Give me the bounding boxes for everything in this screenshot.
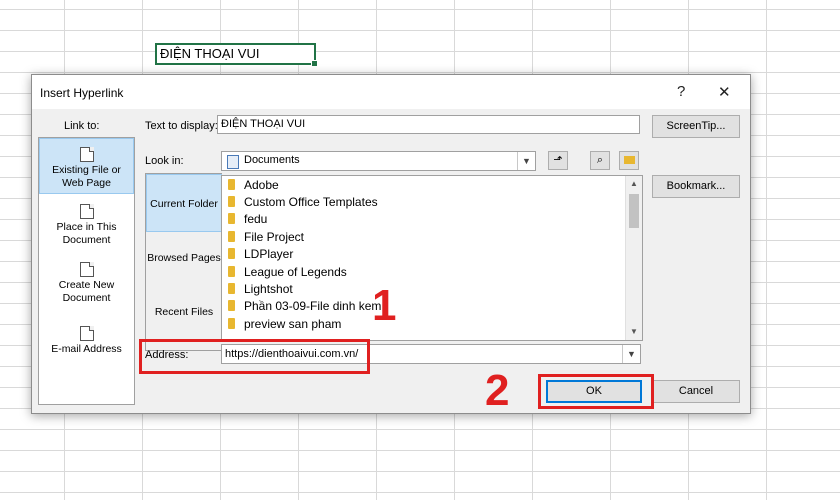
- folder-icon: [228, 283, 235, 294]
- bookmark-button[interactable]: Bookmark...: [652, 175, 740, 198]
- selected-cell[interactable]: ĐIỆN THOẠI VUI: [155, 43, 318, 67]
- file-name: LDPlayer: [244, 247, 294, 261]
- tab-current-folder[interactable]: Current Folder: [146, 174, 222, 232]
- file-name: File Project: [244, 230, 305, 244]
- tab-browsed-pages[interactable]: Browsed Pages: [146, 252, 222, 265]
- scroll-up-icon[interactable]: ▲: [626, 176, 642, 192]
- link-to-panel: Existing File or Web Page Place in This …: [38, 137, 135, 405]
- link-to-email-address[interactable]: E-mail Address: [39, 326, 134, 356]
- link-to-item-label: Web Page: [62, 177, 111, 189]
- browse-web-button[interactable]: ⌕: [590, 151, 610, 170]
- file-name: Adobe: [244, 178, 279, 192]
- list-item[interactable]: LDPlayer: [228, 246, 293, 263]
- step-1-number: 1: [372, 281, 397, 330]
- fill-handle[interactable]: [311, 60, 318, 67]
- browse-web-icon: ⌕: [596, 154, 604, 166]
- web-page-icon: [79, 147, 94, 162]
- file-name: Phần 03-09-File dinh kem: [244, 299, 382, 313]
- list-item[interactable]: Phần 03-09-File dinh kem: [228, 298, 381, 315]
- folder-icon: [228, 231, 235, 242]
- file-list-scrollbar[interactable]: ▲ ▼: [625, 176, 642, 340]
- folder-icon: [228, 318, 235, 329]
- list-item[interactable]: File Project: [228, 229, 304, 246]
- folder-icon: [228, 213, 235, 224]
- folder-icon: [228, 300, 235, 311]
- up-folder-icon: ⬏: [553, 154, 563, 166]
- file-name: fedu: [244, 212, 268, 226]
- dialog-titlebar: Insert Hyperlink ? ✕: [32, 75, 750, 109]
- file-name: League of Legends: [244, 265, 347, 279]
- folder-icon: [228, 248, 235, 259]
- link-to-item-label: Document: [62, 292, 111, 304]
- link-to-existing-file[interactable]: Existing File or Web Page: [39, 138, 134, 194]
- help-button[interactable]: ?: [677, 83, 685, 100]
- text-to-display-label: Text to display:: [145, 120, 218, 132]
- cancel-button[interactable]: Cancel: [652, 380, 740, 403]
- link-to-item-label: E-mail Address: [51, 343, 122, 355]
- look-in-dropdown[interactable]: Documents ▼: [221, 151, 536, 171]
- list-item[interactable]: fedu: [228, 211, 267, 228]
- file-name: Custom Office Templates: [244, 195, 378, 209]
- browse-file-button[interactable]: [619, 151, 639, 170]
- link-to-item-label: Create New: [58, 279, 115, 291]
- list-item[interactable]: Custom Office Templates: [228, 194, 378, 211]
- screentip-button[interactable]: ScreenTip...: [652, 115, 740, 138]
- open-folder-icon: [623, 156, 635, 164]
- selected-cell-value: ĐIỆN THOẠI VUI: [160, 46, 260, 61]
- chevron-down-icon[interactable]: ▼: [517, 152, 535, 170]
- new-document-icon: [79, 262, 94, 277]
- file-name: preview san pham: [244, 317, 342, 331]
- scrollbar-thumb[interactable]: [629, 194, 639, 228]
- chevron-down-icon[interactable]: ▼: [622, 345, 640, 363]
- file-list: Adobe Custom Office Templates fedu File …: [221, 175, 643, 341]
- up-one-folder-button[interactable]: ⬏: [548, 151, 568, 170]
- link-to-place-in-document[interactable]: Place in This Document: [39, 204, 134, 247]
- look-in-value: Documents: [244, 154, 300, 166]
- folder-icon: [228, 196, 235, 207]
- list-item[interactable]: League of Legends: [228, 264, 347, 281]
- email-icon: [79, 326, 94, 341]
- list-item[interactable]: preview san pham: [228, 316, 341, 333]
- dialog-title: Insert Hyperlink: [40, 86, 124, 100]
- link-to-create-new-document[interactable]: Create New Document: [39, 262, 134, 305]
- link-to-item-label: Place in This: [56, 221, 117, 233]
- tab-recent-files[interactable]: Recent Files: [146, 306, 222, 319]
- file-name: Lightshot: [244, 282, 293, 296]
- list-item[interactable]: Adobe: [228, 177, 279, 194]
- document-place-icon: [79, 204, 94, 219]
- step-2-number: 2: [485, 366, 510, 415]
- list-item[interactable]: Lightshot: [228, 281, 293, 298]
- scroll-down-icon[interactable]: ▼: [626, 324, 642, 340]
- ok-highlight-box: [538, 374, 654, 409]
- side-tabs: Current Folder Browsed Pages Recent File…: [145, 173, 222, 351]
- folder-icon: [228, 179, 235, 190]
- text-to-display-input[interactable]: ĐIỆN THOẠI VUI: [217, 115, 640, 134]
- link-to-item-label: Document: [62, 234, 111, 246]
- documents-folder-icon: [227, 155, 239, 169]
- address-highlight-box: [139, 339, 370, 374]
- folder-icon: [228, 266, 235, 277]
- close-button[interactable]: ✕: [718, 83, 731, 101]
- link-to-label: Link to:: [64, 120, 100, 132]
- look-in-label: Look in:: [145, 155, 184, 167]
- link-to-item-label: Existing File or: [52, 164, 121, 176]
